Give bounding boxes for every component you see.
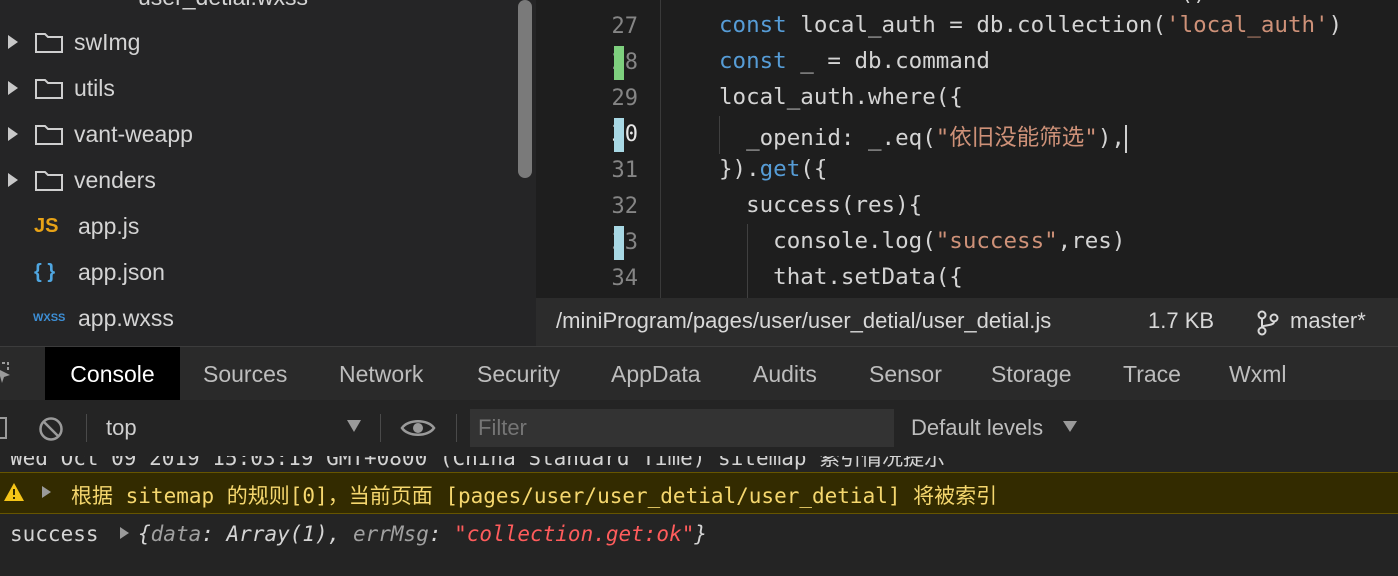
javascript-file-icon: JS xyxy=(34,214,59,237)
json-file-icon: { } xyxy=(34,260,56,283)
file-size: 1.7 KB xyxy=(1148,308,1215,333)
code-line-33: console.log("success",res) xyxy=(719,228,1126,254)
warning-message: 根据 sitemap 的规则[0]，当前页面 [pages/user/user_… xyxy=(71,484,998,508)
tree-label: swImg xyxy=(74,28,141,55)
tree-label: app.wxss xyxy=(78,304,174,331)
tab-security[interactable]: Security xyxy=(477,347,560,401)
file-explorer: WXSS user_detial.wxss swImg utils vant-w… xyxy=(0,0,536,346)
tab-storage[interactable]: Storage xyxy=(991,347,1072,401)
tab-sources[interactable]: Sources xyxy=(203,347,287,401)
gutter-modified-marker xyxy=(614,226,624,260)
tree-file-app-wxss[interactable]: WXSS app.wxss xyxy=(0,295,520,341)
expand-arrow-icon[interactable] xyxy=(42,486,51,498)
tree-label: utils xyxy=(74,74,115,101)
text-cursor xyxy=(1124,124,1127,153)
tree-label: venders xyxy=(74,166,156,193)
line-number: 31 xyxy=(611,158,639,183)
devtools-tab-bar: Console Sources Network Security AppData… xyxy=(0,346,1398,401)
tree-folder-swimg[interactable]: swImg xyxy=(0,19,520,65)
folder-icon xyxy=(35,79,63,99)
folder-icon xyxy=(35,33,63,53)
gutter-modified-marker xyxy=(614,118,624,152)
console-filter-input[interactable] xyxy=(470,409,894,447)
console-warning-row: 根据 sitemap 的规则[0]，当前页面 [pages/user/user_… xyxy=(0,472,1398,514)
tree-file-user-detial-wxss[interactable]: WXSS user_detial.wxss xyxy=(0,0,520,20)
tree-label: app.js xyxy=(78,212,140,239)
clear-console-icon[interactable] xyxy=(38,416,64,442)
toolbar-divider xyxy=(380,414,381,442)
code-line-26: () xyxy=(719,0,1207,6)
tree-file-app-json[interactable]: { } app.json xyxy=(0,249,520,295)
git-branch-icon xyxy=(1257,310,1279,336)
line-number: 29 xyxy=(611,86,639,111)
git-branch[interactable]: master* xyxy=(1290,308,1366,334)
warning-icon xyxy=(4,483,24,501)
tab-sensor[interactable]: Sensor xyxy=(869,347,942,401)
tree-label: user_detial.wxss xyxy=(138,0,308,11)
code-line-28: const _ = db.command xyxy=(719,48,990,74)
line-number: 28 xyxy=(611,50,639,75)
gutter-divider xyxy=(660,0,661,298)
console-message-timestamp: Wed Oct 09 2019 15:03:19 GMT+0800 (China… xyxy=(10,456,946,470)
log-levels-dropdown[interactable]: Default levels xyxy=(911,415,1043,441)
chevron-right-icon[interactable] xyxy=(8,127,18,141)
line-number: 33 xyxy=(611,230,639,255)
chevron-right-icon[interactable] xyxy=(8,173,18,187)
code-line-34: that.setData({ xyxy=(719,264,963,290)
wxss-file-icon: WXSS xyxy=(96,0,128,3)
code-line-29: local_auth.where({ xyxy=(719,84,963,110)
chevron-right-icon[interactable] xyxy=(8,81,18,95)
chevron-down-icon[interactable] xyxy=(1063,421,1077,432)
console-toolbar: top Default levels xyxy=(0,400,1398,457)
tab-audits[interactable]: Audits xyxy=(753,347,817,401)
line-number-active: 30 xyxy=(611,122,639,147)
line-number: 34 xyxy=(611,266,639,291)
tree-folder-venders[interactable]: venders xyxy=(0,157,520,203)
eye-icon[interactable] xyxy=(400,417,436,439)
toolbar-divider xyxy=(456,414,457,442)
code-line-30: _openid: _.eq("依旧没能筛选"), xyxy=(719,124,1127,153)
line-number: 27 xyxy=(611,14,639,39)
tree-label: vant-weapp xyxy=(74,120,193,147)
tab-wxml[interactable]: Wxml xyxy=(1229,347,1286,401)
tree-folder-utils[interactable]: utils xyxy=(0,65,520,111)
tab-trace[interactable]: Trace xyxy=(1123,347,1181,401)
chevron-down-icon[interactable] xyxy=(347,420,361,432)
wxss-file-icon: WXSS xyxy=(33,312,66,324)
console-log-row: success {data: Array(1), errMsg: "collec… xyxy=(0,514,1398,554)
explorer-scrollbar[interactable] xyxy=(518,0,532,178)
gutter-added-marker xyxy=(614,46,624,80)
line-number: 32 xyxy=(611,194,639,219)
folder-icon xyxy=(35,125,63,145)
code-line-27: const local_auth = db.collection('local_… xyxy=(719,12,1343,38)
file-path: /miniProgram/pages/user/user_detial/user… xyxy=(556,308,1052,333)
expand-arrow-icon[interactable] xyxy=(120,527,129,539)
tree-file-app-js[interactable]: JS app.js xyxy=(0,203,520,249)
tab-appdata[interactable]: AppData xyxy=(611,347,701,401)
tab-network[interactable]: Network xyxy=(339,347,423,401)
inspect-element-icon[interactable] xyxy=(0,361,12,387)
log-object-preview[interactable]: {data: Array(1), errMsg: "collection.get… xyxy=(138,522,707,546)
toolbar-divider xyxy=(86,414,87,442)
tree-folder-vant-weapp[interactable]: vant-weapp xyxy=(0,111,520,157)
log-label: success xyxy=(10,522,99,546)
tab-console[interactable]: Console xyxy=(45,347,180,401)
context-selector[interactable]: top xyxy=(106,415,137,441)
folder-icon xyxy=(35,171,63,191)
code-line-32: success(res){ xyxy=(719,192,923,218)
sidebar-toggle-icon[interactable] xyxy=(0,416,8,440)
tree-label: app.json xyxy=(78,258,165,285)
code-editor[interactable]: () 27 28 29 30 31 32 33 34 const local_a… xyxy=(536,0,1398,298)
console-output: Wed Oct 09 2019 15:03:19 GMT+0800 (China… xyxy=(0,456,1398,576)
chevron-right-icon[interactable] xyxy=(8,35,18,49)
code-line-31: }).get({ xyxy=(719,156,828,182)
editor-status-bar: /miniProgram/pages/user/user_detial/user… xyxy=(536,298,1398,346)
